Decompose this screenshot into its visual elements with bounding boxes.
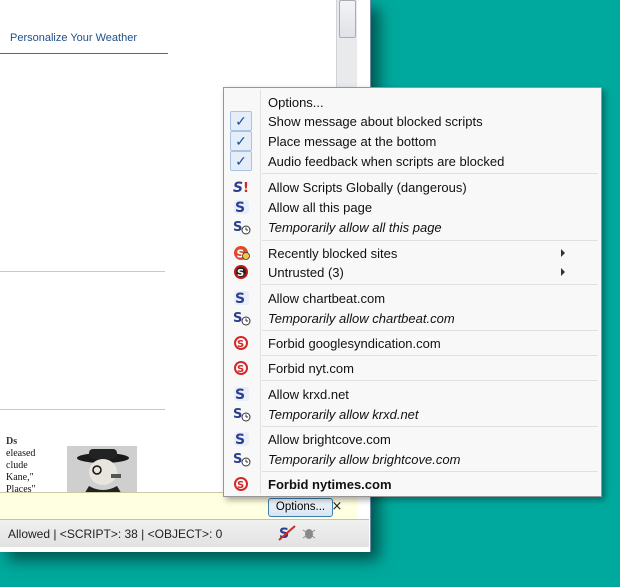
divider: [0, 409, 165, 410]
menu-item-forbid-googlesyndication[interactable]: S Forbid googlesyndication.com: [224, 333, 601, 353]
options-button[interactable]: Options...: [268, 498, 333, 517]
menu-item-show-message[interactable]: ✓ Show message about blocked scripts: [224, 111, 601, 131]
close-icon[interactable]: ×: [330, 498, 344, 515]
menu-item-label: Untrusted (3): [268, 265, 344, 280]
svg-text:S: S: [233, 452, 242, 467]
svg-text:S: S: [237, 480, 244, 491]
menu-item-untrusted[interactable]: S Untrusted (3): [224, 262, 601, 282]
svg-text:!: !: [243, 181, 249, 195]
noscript-status-icon[interactable]: S: [278, 524, 296, 542]
menu-separator: [262, 284, 598, 285]
menu-item-audio-feedback[interactable]: ✓ Audio feedback when scripts are blocke…: [224, 151, 601, 171]
article-line: eleased: [6, 448, 36, 459]
check-icon: ✓: [230, 111, 252, 131]
menu-item-label: Allow brightcove.com: [268, 432, 391, 447]
menu-item-label: Temporarily allow all this page: [268, 220, 442, 235]
menu-item-label: Allow Scripts Globally (dangerous): [268, 180, 467, 195]
article-line: clude: [6, 460, 28, 471]
menu-item-temp-chartbeat[interactable]: S Temporarily allow chartbeat.com: [224, 308, 601, 328]
menu-item-options[interactable]: Options...: [224, 92, 601, 112]
menu-item-label: Allow all this page: [268, 200, 373, 215]
noscript-allow-icon: S: [233, 290, 251, 307]
menu-separator: [262, 240, 598, 241]
untrusted-icon: S: [233, 264, 251, 280]
menu-item-label: Audio feedback when scripts are blocked: [268, 154, 505, 169]
menu-separator: [262, 380, 598, 381]
svg-text:S: S: [237, 268, 244, 279]
menu-item-label: Allow chartbeat.com: [268, 291, 386, 306]
menu-item-label: Temporarily allow brightcove.com: [268, 452, 461, 467]
menu-item-label: Forbid nytimes.com: [268, 477, 392, 492]
check-icon: ✓: [230, 131, 252, 151]
options-button-label: Options...: [275, 501, 326, 513]
submenu-arrow-icon: [561, 268, 565, 276]
noscript-allow-icon: S: [233, 431, 251, 448]
page-top: [0, 0, 336, 8]
article-photo[interactable]: [67, 446, 137, 492]
noscript-global-icon: S!: [233, 179, 251, 196]
noscript-temp-icon: S: [233, 451, 251, 467]
menu-item-allow-brightcove[interactable]: S Allow brightcove.com: [224, 429, 601, 449]
svg-text:S: S: [235, 432, 245, 447]
menu-item-recently-blocked[interactable]: S Recently blocked sites: [224, 243, 601, 263]
man-with-hat-photo-icon: [67, 446, 137, 492]
noscript-forbid-icon: S: [233, 335, 251, 351]
menu-item-label: Recently blocked sites: [268, 246, 398, 261]
svg-text:S: S: [233, 220, 242, 235]
personalize-weather-link[interactable]: Personalize Your Weather: [10, 32, 137, 44]
article-line: Kane,": [6, 472, 34, 483]
menu-separator: [262, 426, 598, 427]
divider: [0, 53, 168, 54]
menu-item-allow-krxd[interactable]: S Allow krxd.net: [224, 384, 601, 404]
menu-separator: [262, 471, 598, 472]
menu-item-temp-krxd[interactable]: S Temporarily allow krxd.net: [224, 404, 601, 424]
menu-item-temp-allow-page[interactable]: S Temporarily allow all this page: [224, 217, 601, 237]
svg-text:S: S: [233, 180, 243, 195]
svg-text:S: S: [237, 364, 244, 375]
svg-text:S: S: [235, 387, 245, 402]
noscript-allow-icon: S: [233, 199, 251, 216]
noscript-allow-icon: S: [233, 386, 251, 403]
svg-text:S: S: [235, 291, 245, 306]
menu-item-allow-page[interactable]: S Allow all this page: [224, 197, 601, 217]
scrollbar-thumb[interactable]: [339, 0, 356, 38]
noscript-temp-icon: S: [233, 219, 251, 235]
menu-separator: [262, 355, 598, 356]
svg-text:S: S: [233, 407, 242, 422]
script-status-text: Allowed | <SCRIPT>: 38 | <OBJECT>: 0: [8, 527, 223, 541]
menu-item-label: Temporarily allow krxd.net: [268, 407, 419, 422]
submenu-arrow-icon: [561, 249, 565, 257]
menu-item-label: Show message about blocked scripts: [268, 114, 483, 129]
article-line: Places": [6, 484, 36, 492]
menu-item-allow-globally[interactable]: S! Allow Scripts Globally (dangerous): [224, 177, 601, 197]
menu-item-forbid-nytimes[interactable]: S Forbid nytimes.com: [224, 474, 601, 494]
noscript-context-menu: Options... ✓ Show message about blocked …: [223, 87, 602, 497]
menu-item-label: Forbid nyt.com: [268, 361, 354, 376]
svg-text:S: S: [235, 200, 245, 215]
divider: [0, 271, 165, 272]
noscript-temp-icon: S: [233, 406, 251, 422]
svg-text:S: S: [237, 339, 244, 350]
article-heading: Ds: [6, 436, 18, 447]
bug-icon[interactable]: [300, 524, 318, 542]
menu-separator: [262, 173, 598, 174]
menu-separator: [262, 330, 598, 331]
menu-item-label: Forbid googlesyndication.com: [268, 336, 441, 351]
menu-item-label: Temporarily allow chartbeat.com: [268, 311, 455, 326]
recent-blocked-icon: S: [233, 245, 251, 261]
menu-item-temp-brightcove[interactable]: S Temporarily allow brightcove.com: [224, 449, 601, 469]
menu-item-label: Allow krxd.net: [268, 387, 349, 402]
check-icon: ✓: [230, 151, 252, 171]
menu-item-allow-chartbeat[interactable]: S Allow chartbeat.com: [224, 288, 601, 308]
menu-item-label: Options...: [268, 95, 324, 110]
article-snippet: Ds eleased clude Kane," Places": [6, 436, 56, 492]
menu-item-forbid-nyt[interactable]: S Forbid nyt.com: [224, 358, 601, 378]
svg-text:S: S: [233, 311, 242, 326]
menu-item-message-bottom[interactable]: ✓ Place message at the bottom: [224, 131, 601, 151]
menu-item-label: Place message at the bottom: [268, 134, 437, 149]
noscript-forbid-icon: S: [233, 476, 251, 492]
noscript-temp-icon: S: [233, 310, 251, 326]
noscript-forbid-icon: S: [233, 360, 251, 376]
